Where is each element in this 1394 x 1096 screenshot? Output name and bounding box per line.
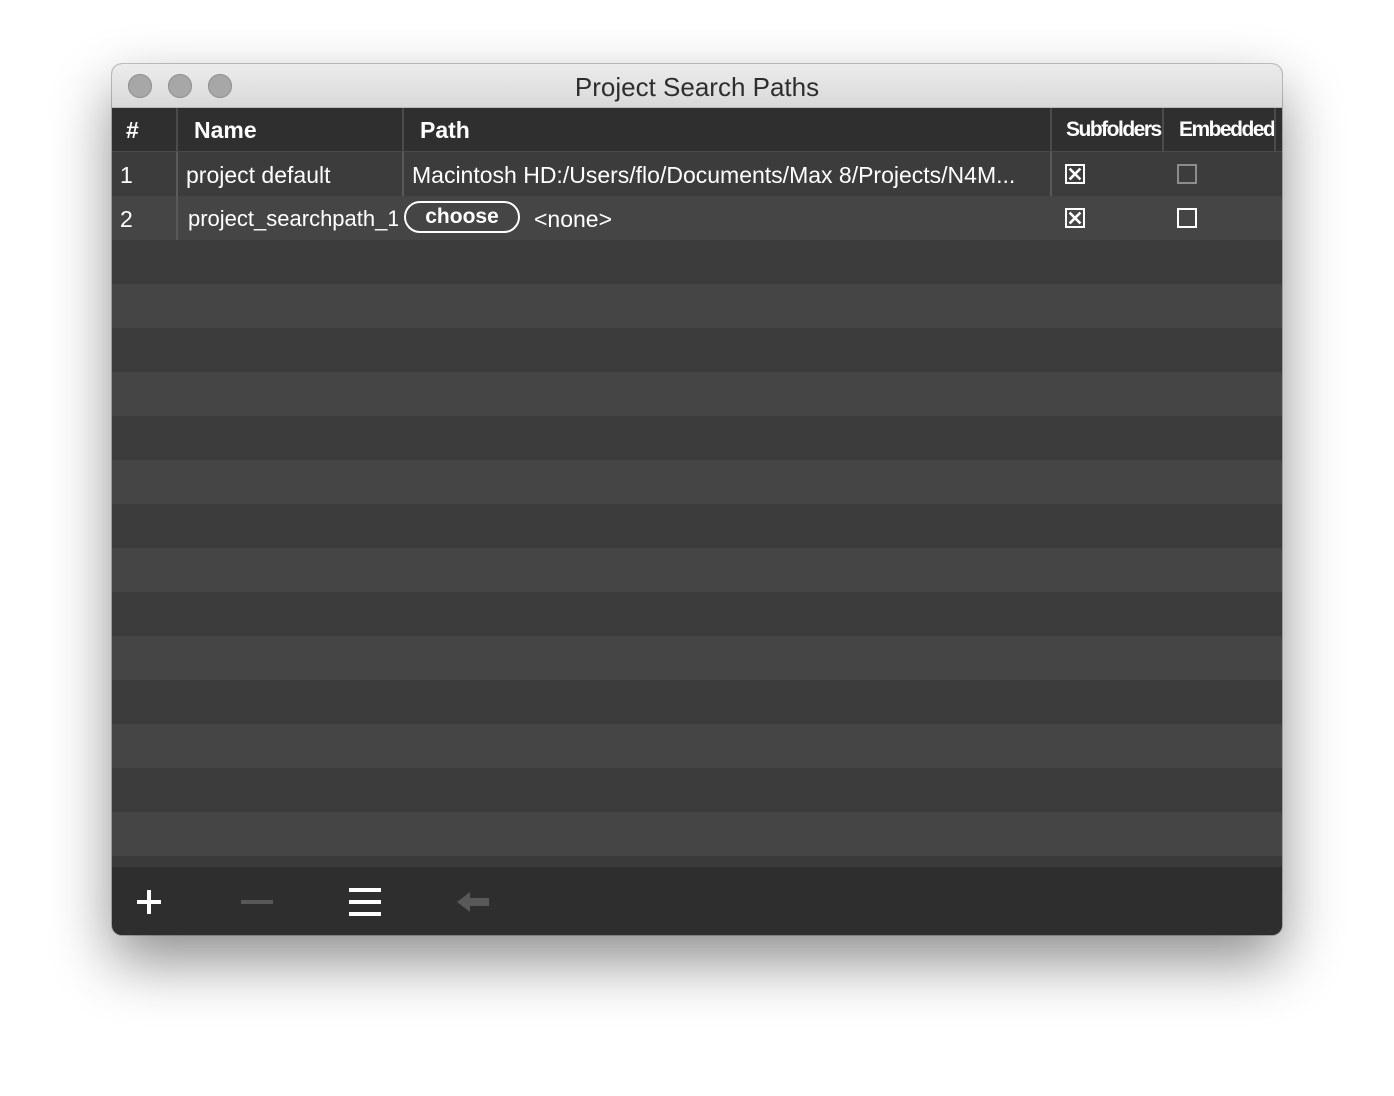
table-header: # Name Path Subfolders Embedded xyxy=(112,108,1282,152)
row-path[interactable]: <none> xyxy=(534,196,1034,240)
add-path-button[interactable] xyxy=(131,885,167,919)
column-header-index[interactable]: # xyxy=(126,108,166,151)
table-row[interactable]: 2 project_searchpath_1 choose <none> xyxy=(112,196,1282,240)
empty-row xyxy=(112,504,1282,548)
checkmark-x-icon xyxy=(1068,211,1082,225)
column-divider[interactable] xyxy=(176,108,178,152)
remove-path-button[interactable] xyxy=(239,885,275,919)
column-header-name[interactable]: Name xyxy=(194,108,394,151)
empty-row xyxy=(112,724,1282,768)
column-divider[interactable] xyxy=(402,108,404,152)
search-path-table: 1 project default Macintosh HD:/Users/fl… xyxy=(112,152,1282,856)
empty-row xyxy=(112,548,1282,592)
column-header-path[interactable]: Path xyxy=(420,108,1040,151)
empty-row xyxy=(112,812,1282,856)
empty-row xyxy=(112,240,1282,284)
empty-row xyxy=(112,284,1282,328)
plus-icon xyxy=(137,890,161,914)
arrow-left-icon xyxy=(457,892,489,912)
column-divider xyxy=(176,152,178,196)
column-header-embedded[interactable]: Embedded xyxy=(1179,108,1279,151)
choose-button[interactable]: choose xyxy=(404,201,520,233)
empty-row xyxy=(112,680,1282,724)
column-divider[interactable] xyxy=(1162,108,1164,152)
row-name[interactable]: project default xyxy=(186,152,396,196)
empty-row xyxy=(112,328,1282,372)
subfolders-checkbox[interactable] xyxy=(1065,164,1085,184)
column-header-subfolders[interactable]: Subfolders xyxy=(1066,108,1166,151)
subfolders-checkbox[interactable] xyxy=(1065,208,1085,228)
row-index: 2 xyxy=(120,206,133,232)
title-bar[interactable]: Project Search Paths xyxy=(112,64,1282,108)
empty-row xyxy=(112,460,1282,504)
list-view-button[interactable] xyxy=(347,885,383,919)
window-title: Project Search Paths xyxy=(574,72,820,102)
column-divider[interactable] xyxy=(1274,108,1276,152)
list-icon xyxy=(349,888,381,916)
empty-row xyxy=(112,636,1282,680)
table-row[interactable]: 1 project default Macintosh HD:/Users/fl… xyxy=(112,152,1282,196)
row-path[interactable]: Macintosh HD:/Users/flo/Documents/Max 8/… xyxy=(412,152,1048,196)
empty-row xyxy=(112,768,1282,812)
embedded-checkbox[interactable] xyxy=(1177,208,1197,228)
column-divider xyxy=(402,152,404,196)
row-index: 1 xyxy=(120,162,133,188)
project-search-paths-window: Project Search Paths # Name Path Subfold… xyxy=(112,64,1282,935)
footer-toolbar xyxy=(112,867,1282,935)
checkmark-x-icon xyxy=(1068,167,1082,181)
column-divider xyxy=(176,196,178,240)
column-divider[interactable] xyxy=(1050,108,1052,152)
embedded-checkbox[interactable] xyxy=(1177,164,1197,184)
column-divider xyxy=(1050,152,1052,196)
move-back-button[interactable] xyxy=(455,885,491,919)
row-name[interactable]: project_searchpath_1 xyxy=(188,196,398,240)
empty-row xyxy=(112,372,1282,416)
empty-row xyxy=(112,416,1282,460)
empty-row xyxy=(112,592,1282,636)
minus-icon xyxy=(241,900,273,904)
